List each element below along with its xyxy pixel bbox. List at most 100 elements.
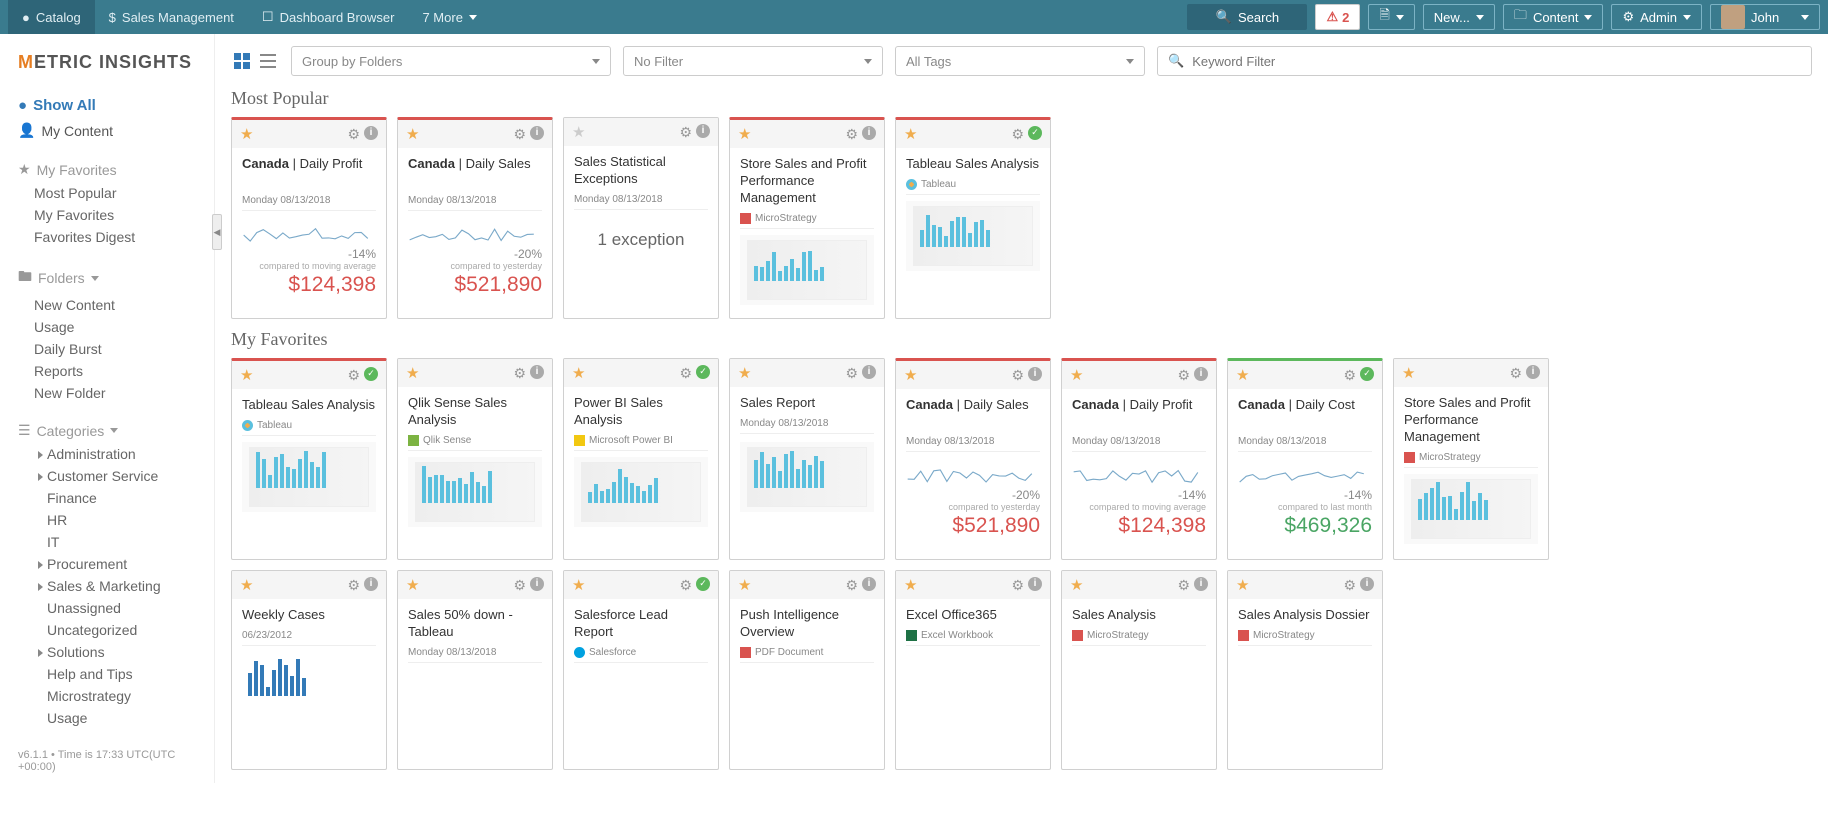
info-icon[interactable]: i [1028, 577, 1042, 591]
card[interactable]: ★⚙iCanada | Daily SalesMonday 08/13/2018… [397, 117, 553, 319]
info-icon[interactable]: i [862, 577, 876, 591]
info-icon[interactable]: i [364, 577, 378, 591]
info-icon[interactable]: i [1526, 365, 1540, 379]
sidebar-show-all[interactable]: ● Show All [18, 93, 200, 118]
admin-button[interactable]: ⚙ Admin [1611, 4, 1702, 30]
info-icon[interactable]: i [1194, 367, 1208, 381]
grid-view-icon[interactable] [231, 50, 253, 72]
gear-icon[interactable]: ⚙ [1177, 367, 1190, 384]
gear-icon[interactable]: ⚙ [1343, 367, 1356, 384]
card[interactable]: ★⚙iStore Sales and Profit Performance Ma… [729, 117, 885, 319]
info-icon[interactable]: i [862, 365, 876, 379]
favorite-star-icon[interactable]: ★ [572, 364, 585, 382]
card[interactable]: ★⚙iSales ReportMonday 08/13/2018 [729, 358, 885, 560]
card[interactable]: ★⚙iWeekly Cases06/23/2012 [231, 570, 387, 770]
gear-icon[interactable]: ⚙ [347, 126, 360, 143]
card[interactable]: ★⚙iStore Sales and Profit Performance Ma… [1393, 358, 1549, 560]
favorite-star-icon[interactable]: ★ [904, 576, 917, 594]
favorite-star-icon[interactable]: ★ [738, 125, 751, 143]
sidebar-cat-procurement[interactable]: Procurement [18, 553, 200, 575]
info-icon[interactable]: i [1194, 577, 1208, 591]
search-button[interactable]: 🔍 Search [1187, 4, 1307, 30]
gear-icon[interactable]: ⚙ [347, 577, 360, 594]
gear-icon[interactable]: ⚙ [513, 577, 526, 594]
gear-icon[interactable]: ⚙ [513, 365, 526, 382]
gear-icon[interactable]: ⚙ [1343, 577, 1356, 594]
page-menu-button[interactable]: 🗎 [1368, 4, 1414, 30]
gear-icon[interactable]: ⚙ [347, 367, 360, 384]
info-icon[interactable]: i [862, 126, 876, 140]
card[interactable]: ★⚙✓Salesforce Lead ReportSalesforce [563, 570, 719, 770]
info-icon[interactable]: i [364, 126, 378, 140]
sidebar-favorites-header[interactable]: ★ My Favorites [18, 157, 200, 182]
info-icon[interactable]: i [1360, 577, 1374, 591]
info-icon[interactable]: i [530, 577, 544, 591]
sidebar-fav-my-favorites[interactable]: My Favorites [18, 204, 200, 226]
gear-icon[interactable]: ⚙ [1011, 577, 1024, 594]
card[interactable]: ★⚙iSales Analysis DossierMicroStrategy [1227, 570, 1383, 770]
card[interactable]: ★⚙iQlik Sense Sales AnalysisQlik Sense [397, 358, 553, 560]
card[interactable]: ★⚙✓Power BI Sales AnalysisMicrosoft Powe… [563, 358, 719, 560]
gear-icon[interactable]: ⚙ [845, 577, 858, 594]
nav-sales-management[interactable]: $Sales Management [95, 0, 248, 34]
keyword-input[interactable] [1192, 54, 1801, 69]
favorite-star-icon[interactable]: ★ [1402, 364, 1415, 382]
sidebar-folder-usage[interactable]: Usage [18, 316, 200, 338]
sidebar-cat-microstrategy[interactable]: Microstrategy [18, 685, 200, 707]
alerts-button[interactable]: ⚠ 2 [1315, 4, 1360, 30]
sidebar-cat-hr[interactable]: HR [18, 509, 200, 531]
favorite-star-icon[interactable]: ★ [1070, 576, 1083, 594]
gear-icon[interactable]: ⚙ [679, 577, 692, 594]
sidebar-cat-finance[interactable]: Finance [18, 487, 200, 509]
favorite-star-icon[interactable]: ★ [406, 576, 419, 594]
card[interactable]: ★⚙iCanada | Daily ProfitMonday 08/13/201… [1061, 358, 1217, 560]
nav-7-more[interactable]: 7 More [408, 0, 490, 34]
sidebar-cat-sales-marketing[interactable]: Sales & Marketing [18, 575, 200, 597]
gear-icon[interactable]: ⚙ [679, 124, 692, 141]
favorite-star-icon[interactable]: ★ [572, 576, 585, 594]
sidebar-folders-header[interactable]: 🖿 Folders [18, 262, 200, 294]
sidebar-cat-it[interactable]: IT [18, 531, 200, 553]
info-icon[interactable]: i [696, 124, 710, 138]
gear-icon[interactable]: ⚙ [1177, 577, 1190, 594]
favorite-star-icon[interactable]: ★ [1236, 576, 1249, 594]
card[interactable]: ★⚙iSales AnalysisMicroStrategy [1061, 570, 1217, 770]
sidebar-folder-daily-burst[interactable]: Daily Burst [18, 338, 200, 360]
favorite-star-icon[interactable]: ★ [572, 123, 585, 141]
card[interactable]: ★⚙✓Tableau Sales AnalysisTableau [231, 358, 387, 560]
keyword-filter[interactable]: 🔍 [1157, 46, 1812, 76]
gear-icon[interactable]: ⚙ [1509, 365, 1522, 382]
favorite-star-icon[interactable]: ★ [904, 366, 917, 384]
gear-icon[interactable]: ⚙ [679, 365, 692, 382]
favorite-star-icon[interactable]: ★ [240, 366, 253, 384]
sidebar-cat-unassigned[interactable]: Unassigned [18, 597, 200, 619]
group-by-dropdown[interactable]: Group by Folders [291, 46, 611, 76]
sidebar-cat-solutions[interactable]: Solutions [18, 641, 200, 663]
list-view-icon[interactable] [257, 50, 279, 72]
gear-icon[interactable]: ⚙ [1011, 126, 1024, 143]
gear-icon[interactable]: ⚙ [513, 126, 526, 143]
card[interactable]: ★⚙iSales 50% down - TableauMonday 08/13/… [397, 570, 553, 770]
card[interactable]: ★⚙iSales Statistical ExceptionsMonday 08… [563, 117, 719, 319]
sidebar-folder-reports[interactable]: Reports [18, 360, 200, 382]
favorite-star-icon[interactable]: ★ [1236, 366, 1249, 384]
gear-icon[interactable]: ⚙ [1011, 367, 1024, 384]
card[interactable]: ★⚙✓Canada | Daily CostMonday 08/13/2018-… [1227, 358, 1383, 560]
favorite-star-icon[interactable]: ★ [406, 364, 419, 382]
sidebar-folder-new-folder[interactable]: New Folder [18, 382, 200, 404]
favorite-star-icon[interactable]: ★ [406, 125, 419, 143]
card[interactable]: ★⚙iExcel Office365Excel Workbook [895, 570, 1051, 770]
sidebar-cat-uncategorized[interactable]: Uncategorized [18, 619, 200, 641]
sidebar-cat-help-and-tips[interactable]: Help and Tips [18, 663, 200, 685]
sidebar-folder-new-content[interactable]: New Content [18, 294, 200, 316]
sidebar-my-content[interactable]: 👤 My Content [18, 118, 200, 143]
sidebar-cat-usage[interactable]: Usage [18, 707, 200, 729]
info-icon[interactable]: i [530, 365, 544, 379]
filter-dropdown[interactable]: No Filter [623, 46, 883, 76]
sidebar-fav-favorites-digest[interactable]: Favorites Digest [18, 226, 200, 248]
favorite-star-icon[interactable]: ★ [1070, 366, 1083, 384]
new-button[interactable]: New... [1423, 4, 1495, 30]
sidebar-cat-customer-service[interactable]: Customer Service [18, 465, 200, 487]
favorite-star-icon[interactable]: ★ [240, 576, 253, 594]
tags-dropdown[interactable]: All Tags [895, 46, 1145, 76]
